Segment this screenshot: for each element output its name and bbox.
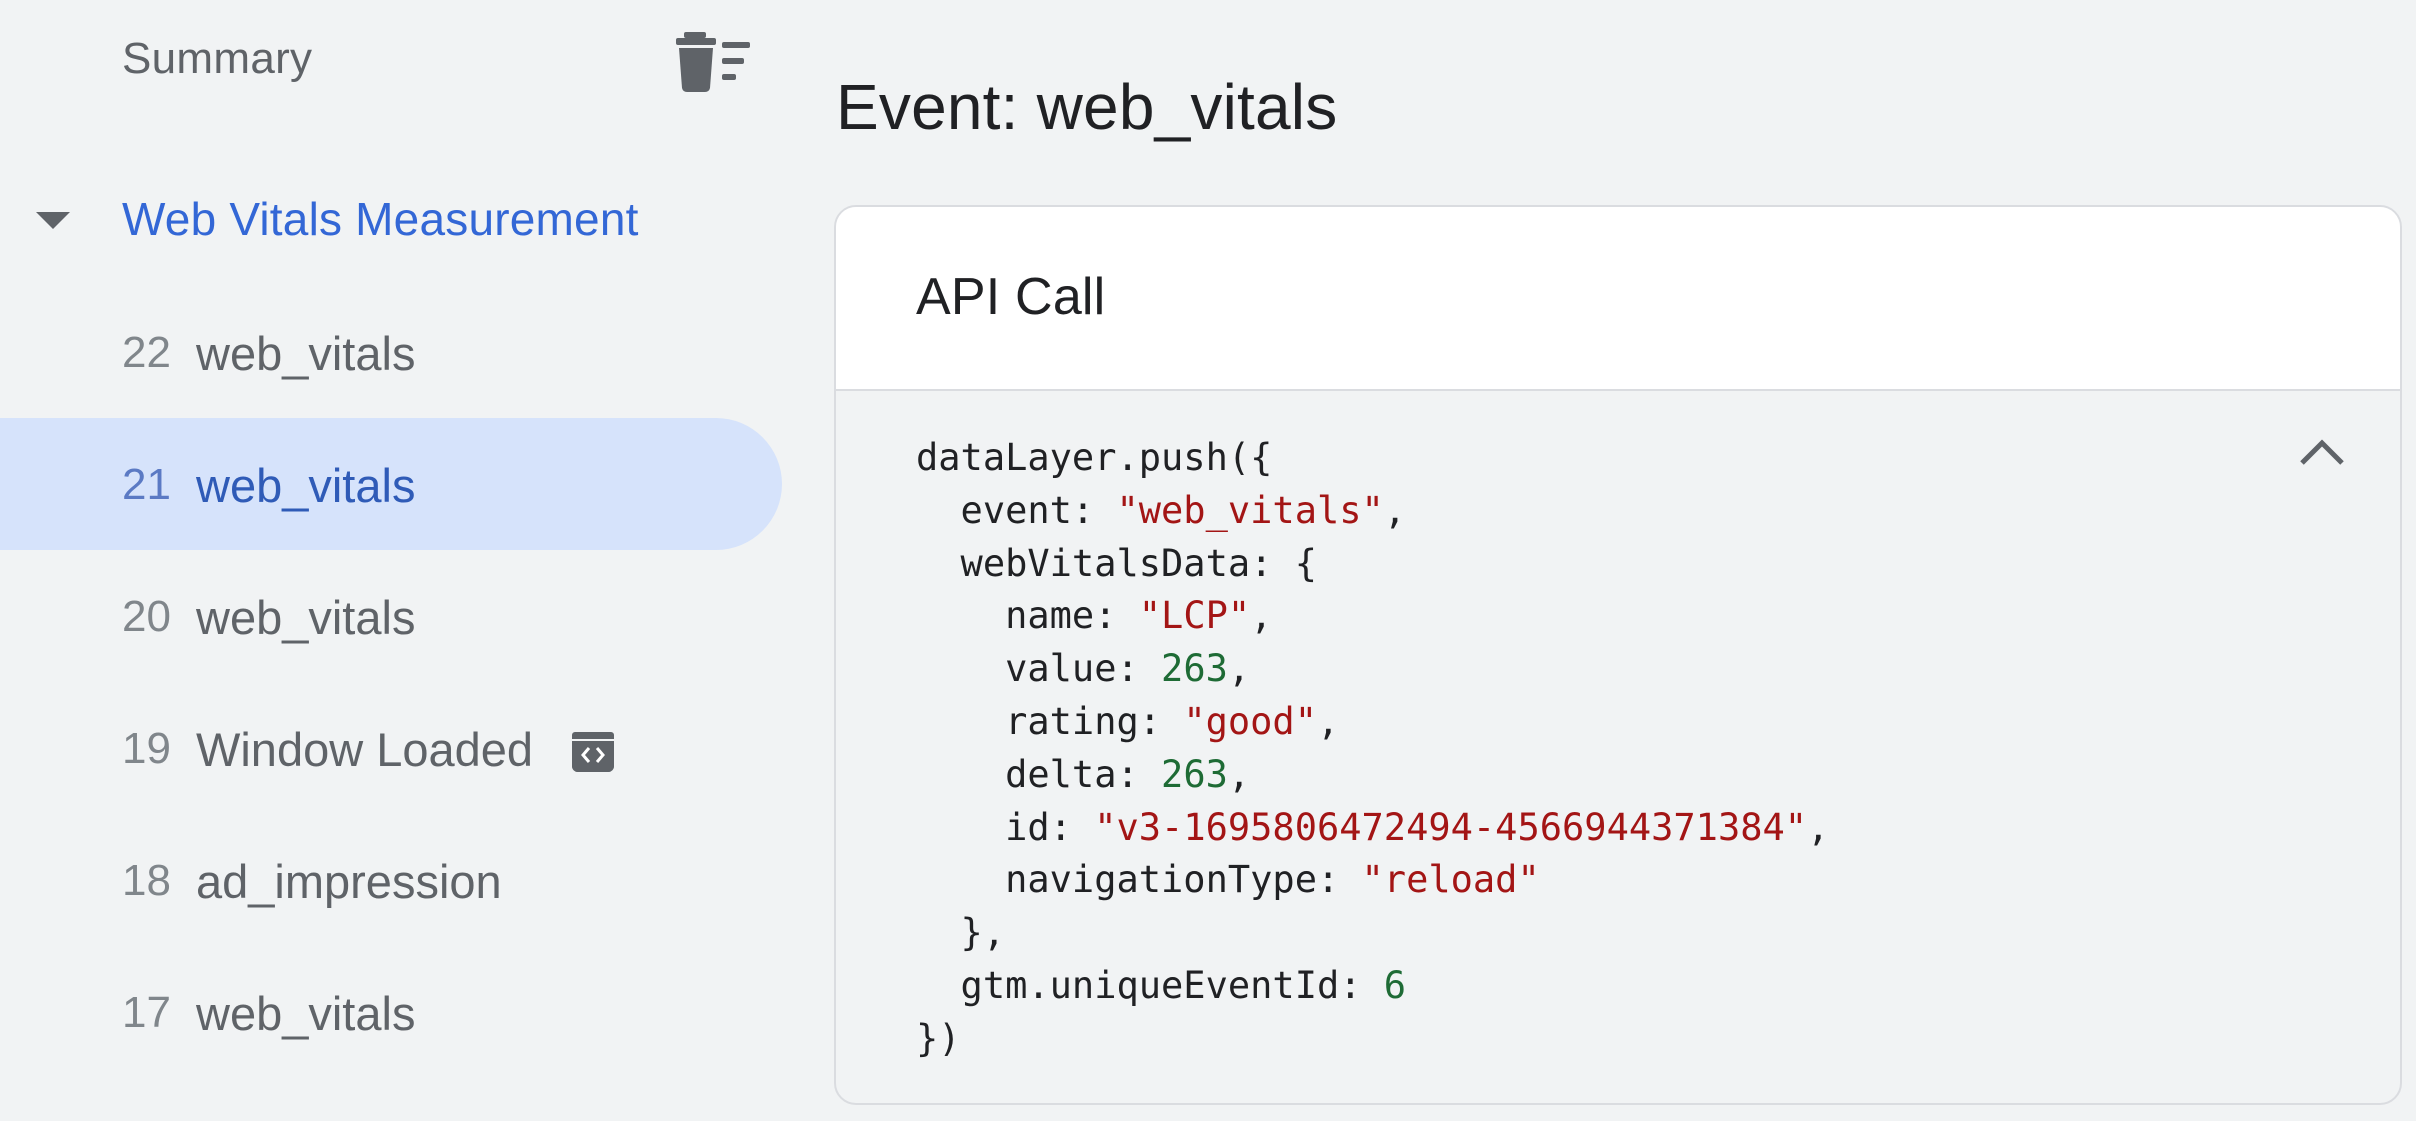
code-key: name: — [916, 594, 1139, 638]
event-name: ad_impression — [196, 855, 502, 908]
code-punct: , — [1227, 752, 1251, 796]
event-name: web_vitals — [196, 327, 416, 380]
code-punct: , — [1383, 488, 1407, 532]
code-number: 263 — [1161, 752, 1228, 796]
delete-summary-icon[interactable] — [676, 28, 756, 94]
code-string: "v3-1695806472494-4566944371384" — [1094, 805, 1808, 849]
code-line: webVitalsData: { — [916, 541, 1317, 585]
api-call-card: API Call dataLayer.push({ event: "web_vi… — [834, 205, 2402, 1105]
event-number: 17 — [122, 988, 171, 1037]
code-key: event: — [916, 488, 1117, 532]
code-key: gtm.uniqueEventId: — [916, 963, 1384, 1007]
summary-row[interactable]: Summary — [0, 0, 782, 124]
page-title: Event: web_vitals — [836, 71, 1338, 143]
code-line: }) — [916, 1016, 961, 1060]
event-number: 20 — [122, 592, 171, 641]
code-key: value: — [916, 647, 1162, 691]
code-punct: , — [1807, 805, 1830, 849]
code-punct: , — [1316, 699, 1340, 743]
event-name: web_vitals — [196, 987, 416, 1040]
event-item-19[interactable]: 19 Window Loaded — [0, 682, 782, 814]
event-name: web_vitals — [196, 459, 416, 512]
code-string: "web_vitals" — [1116, 488, 1384, 532]
event-item-21[interactable]: 21 web_vitals — [0, 418, 782, 550]
card-header: API Call — [836, 207, 2400, 391]
container-row[interactable]: Web Vitals Measurement — [0, 180, 782, 260]
event-number: 22 — [122, 328, 171, 377]
event-name: web_vitals — [196, 591, 416, 644]
code-punct: , — [1227, 647, 1251, 691]
code-number: 263 — [1161, 647, 1228, 691]
chevron-up-icon[interactable] — [2294, 429, 2350, 473]
card-title: API Call — [916, 268, 1106, 326]
event-item-20[interactable]: 20 web_vitals — [0, 550, 782, 682]
event-item-18[interactable]: 18 ad_impression — [0, 814, 782, 946]
code-number: 6 — [1383, 963, 1407, 1007]
event-item-22[interactable]: 22 web_vitals — [0, 286, 782, 418]
event-number: 18 — [122, 856, 171, 905]
sidebar: Summary Web Vitals Measurement 22 web_vi… — [0, 0, 800, 1121]
code-string: "reload" — [1361, 858, 1540, 902]
code-key: delta: — [916, 752, 1162, 796]
code-badge-icon — [572, 732, 614, 772]
summary-label: Summary — [122, 34, 313, 83]
code-line: dataLayer.push({ — [916, 436, 1273, 479]
code-key: rating: — [916, 699, 1184, 743]
event-number: 19 — [122, 724, 171, 773]
code-string: "LCP" — [1138, 594, 1251, 638]
code-string: "good" — [1183, 699, 1317, 743]
container-label: Web Vitals Measurement — [122, 193, 639, 245]
event-name: Window Loaded — [196, 723, 534, 776]
code-block: dataLayer.push({ event: "web_vitals", we… — [916, 432, 1829, 1066]
code-punct: , — [1250, 594, 1273, 638]
code-key: id: — [916, 805, 1095, 849]
caret-down-icon[interactable] — [36, 212, 70, 229]
event-item-17[interactable]: 17 web_vitals — [0, 946, 782, 1078]
code-key: navigationType: — [916, 858, 1362, 902]
code-line: }, — [916, 911, 1006, 955]
event-number: 21 — [122, 460, 171, 509]
